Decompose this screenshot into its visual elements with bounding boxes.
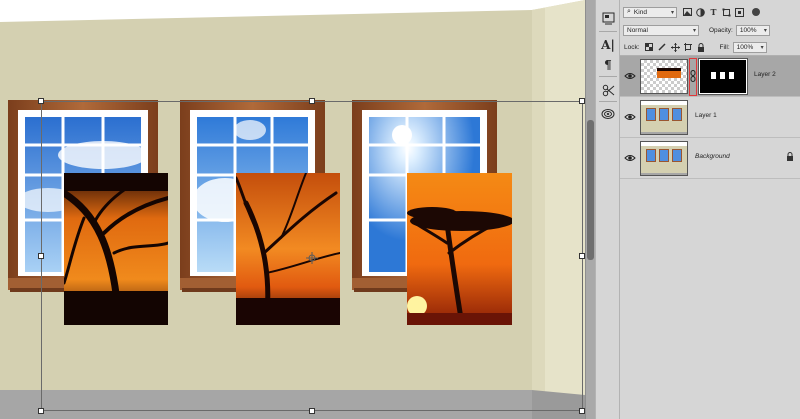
chevron-down-icon: ▾ bbox=[763, 27, 767, 34]
layer-name: Layer 1 bbox=[695, 112, 717, 119]
opacity-field[interactable]: 100% ▾ bbox=[735, 24, 770, 36]
lock-icon bbox=[787, 152, 793, 161]
type-filter-icon[interactable]: T bbox=[709, 7, 718, 17]
filter-kind-value: Kind bbox=[633, 8, 647, 16]
paragraph-icon[interactable]: ¶ bbox=[598, 55, 618, 75]
fill-value: 100% bbox=[736, 43, 754, 51]
lock-all-icon[interactable] bbox=[697, 42, 706, 52]
layer-mask-thumbnail[interactable] bbox=[698, 58, 748, 95]
visibility-eye-icon[interactable] bbox=[624, 111, 636, 123]
blend-opacity-row: Normal ▾ Opacity: 100% ▾ bbox=[620, 23, 800, 37]
chevron-down-icon: ▾ bbox=[670, 9, 674, 16]
lock-label: Lock: bbox=[624, 43, 640, 51]
character-icon[interactable]: A| bbox=[598, 35, 618, 55]
document-canvas[interactable] bbox=[0, 0, 585, 419]
filter-toggle-icon[interactable] bbox=[752, 8, 760, 16]
layer-row[interactable]: Layer 2 bbox=[620, 56, 800, 97]
chevron-down-icon: ▾ bbox=[760, 44, 764, 51]
layer-thumbnail[interactable] bbox=[640, 141, 688, 176]
visibility-eye-icon[interactable] bbox=[624, 70, 636, 82]
lock-image-brush-icon[interactable] bbox=[658, 43, 667, 52]
transform-handle-bottom-left[interactable] bbox=[38, 408, 44, 414]
transform-center-icon[interactable] bbox=[306, 252, 318, 264]
layer-name: Layer 2 bbox=[754, 71, 776, 78]
panel-icon[interactable] bbox=[598, 8, 618, 28]
lock-fill-row: Lock: Fill: 100% ▾ bbox=[620, 40, 800, 54]
transform-handle-left[interactable] bbox=[38, 253, 44, 259]
chain-link-icon[interactable] bbox=[690, 70, 696, 82]
blend-mode-value: Normal bbox=[627, 26, 648, 34]
opacity-value: 100% bbox=[739, 26, 757, 34]
layer-row[interactable]: Layer 1 bbox=[620, 97, 800, 138]
panel-icon-strip: A| ¶ bbox=[595, 0, 620, 419]
search-icon: ⌕ bbox=[627, 8, 631, 15]
layers-panel: ⌕ Kind ▾ T Normal ▾ Opacity: 100% ▾ Lock… bbox=[620, 0, 800, 419]
chevron-down-icon: ▾ bbox=[692, 27, 696, 34]
shape-filter-icon[interactable] bbox=[722, 8, 731, 17]
layer-filter-row: ⌕ Kind ▾ T bbox=[620, 5, 800, 19]
lock-artboard-icon[interactable] bbox=[684, 43, 693, 52]
fill-field[interactable]: 100% ▾ bbox=[732, 41, 767, 53]
layer-thumbnail[interactable] bbox=[640, 59, 688, 94]
fill-label: Fill: bbox=[719, 43, 730, 51]
smart-object-filter-icon[interactable] bbox=[735, 7, 744, 17]
transform-handle-bottom[interactable] bbox=[309, 408, 315, 414]
opacity-label: Opacity: bbox=[709, 26, 733, 34]
transform-handle-top-left[interactable] bbox=[38, 98, 44, 104]
blend-mode-select[interactable]: Normal ▾ bbox=[623, 24, 699, 36]
transform-handle-top[interactable] bbox=[309, 98, 315, 104]
lock-position-move-icon[interactable] bbox=[670, 42, 680, 52]
3d-icon[interactable] bbox=[598, 104, 618, 124]
scrollbar-thumb[interactable] bbox=[587, 120, 594, 260]
adjustment-filter-icon[interactable] bbox=[696, 7, 705, 17]
visibility-eye-icon[interactable] bbox=[624, 152, 636, 164]
tools-preset-icon[interactable] bbox=[598, 80, 618, 100]
filter-kind-select[interactable]: ⌕ Kind ▾ bbox=[623, 6, 677, 18]
layer-name: Background bbox=[695, 153, 730, 160]
layer-thumbnail[interactable] bbox=[640, 100, 688, 135]
vertical-scrollbar[interactable] bbox=[585, 0, 595, 419]
lock-transparent-icon[interactable] bbox=[645, 43, 654, 52]
pixel-filter-icon[interactable] bbox=[683, 8, 692, 17]
layer-row[interactable]: Background bbox=[620, 138, 800, 179]
